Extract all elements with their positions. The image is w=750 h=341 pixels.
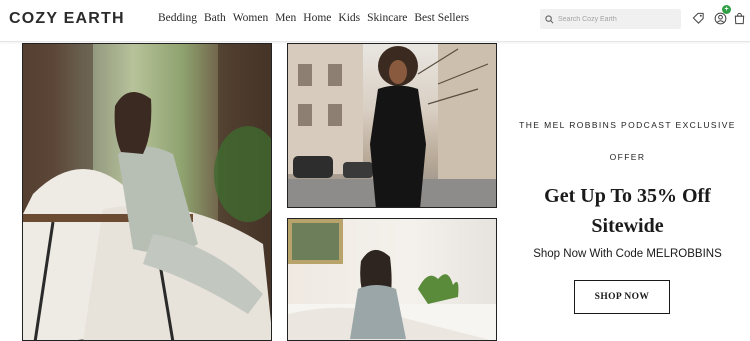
- nav-bedding[interactable]: Bedding: [158, 12, 197, 24]
- nav-women[interactable]: Women: [233, 12, 268, 24]
- promo-code-text: Shop Now With Code MELROBBINS: [533, 248, 722, 260]
- cart-icon[interactable]: [732, 11, 746, 25]
- site-header: COZY EARTH Bedding Bath Women Men Home K…: [0, 0, 750, 42]
- promo-panel: THE MEL ROBBINS PODCAST EXCLUSIVE OFFER …: [505, 43, 750, 341]
- shop-now-button[interactable]: SHOP NOW: [574, 280, 670, 314]
- search-icon: [540, 9, 558, 29]
- promo-headline: Get Up To 35% Off Sitewide: [505, 181, 750, 241]
- promo-eyebrow-line2: OFFER: [609, 152, 646, 162]
- lifestyle-photo-lounge[interactable]: [22, 43, 272, 341]
- nav-kids[interactable]: Kids: [338, 12, 360, 24]
- brand-logo[interactable]: COZY EARTH: [9, 10, 125, 28]
- search-input[interactable]: [558, 15, 668, 23]
- promo-eyebrow-line1: THE MEL ROBBINS PODCAST EXCLUSIVE: [519, 120, 736, 130]
- nav-bath[interactable]: Bath: [204, 12, 226, 24]
- search-bar[interactable]: [540, 9, 681, 29]
- main-nav: Bedding Bath Women Men Home Kids Skincar…: [158, 12, 476, 24]
- lifestyle-photo-street[interactable]: [287, 43, 497, 208]
- headline-line2: Sitewide: [591, 215, 664, 237]
- lifestyle-photo-bedroom[interactable]: [287, 218, 497, 341]
- headline-line1: Get Up To 35% Off: [544, 185, 711, 207]
- cart-badge: +: [722, 5, 731, 14]
- tag-icon[interactable]: [691, 11, 705, 25]
- nav-men[interactable]: Men: [275, 12, 296, 24]
- nav-home[interactable]: Home: [303, 12, 331, 24]
- nav-best-sellers[interactable]: Best Sellers: [414, 12, 469, 24]
- nav-skincare[interactable]: Skincare: [367, 12, 407, 24]
